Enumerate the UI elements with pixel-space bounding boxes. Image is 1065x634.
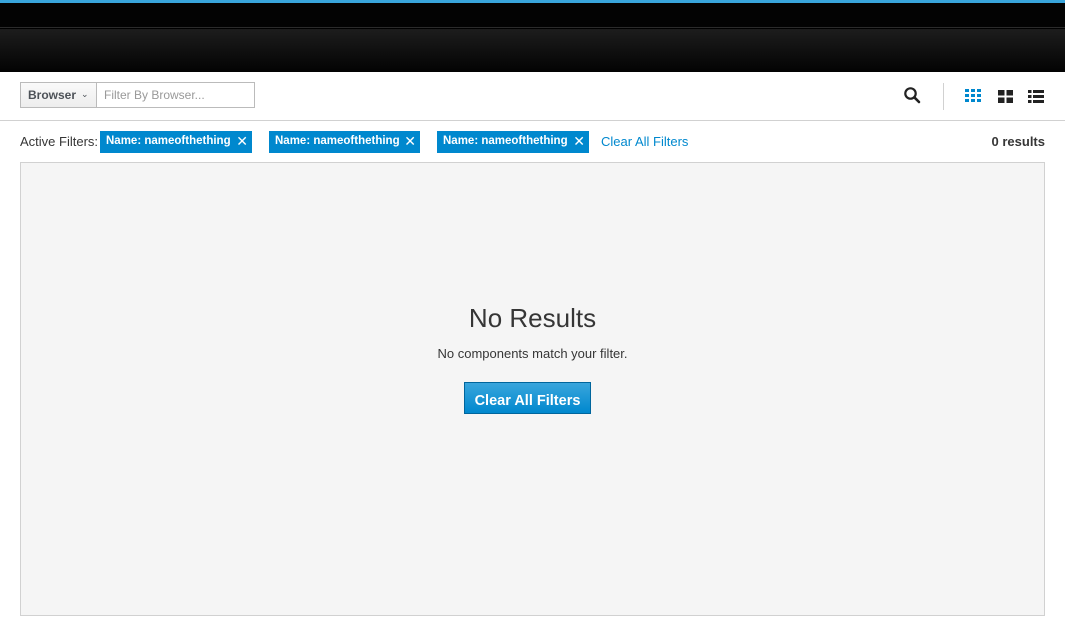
grid-small-view-button[interactable] xyxy=(962,86,984,106)
active-filters-label: Active Filters: xyxy=(20,134,99,149)
results-count: 0 results xyxy=(991,134,1045,149)
empty-state-title: No Results xyxy=(468,303,597,333)
list-view-button[interactable] xyxy=(1025,86,1047,106)
search-icon[interactable] xyxy=(903,86,925,106)
active-filters-row: Active Filters: Name: nameofthething ✕ N… xyxy=(0,121,1065,162)
filter-chip: Name: nameofthething ✕ xyxy=(437,131,589,153)
filter-chip-label: Name: nameofthething xyxy=(443,135,568,147)
filter-chip-label: Name: nameofthething xyxy=(275,135,400,147)
grid-large-view-button[interactable] xyxy=(994,86,1016,106)
close-icon[interactable]: ✕ xyxy=(573,133,585,150)
filter-input[interactable] xyxy=(96,82,255,108)
list-view-icon xyxy=(1028,89,1044,103)
filter-chip: Name: nameofthething ✕ xyxy=(100,131,252,153)
filter-field-select[interactable]: Browser ⌄ xyxy=(20,82,97,108)
toolbar-divider xyxy=(943,83,944,110)
utility-bar xyxy=(0,3,1065,28)
empty-state-panel: No Results No components match your filt… xyxy=(20,162,1045,616)
chevron-down-icon: ⌄ xyxy=(81,89,89,99)
close-icon[interactable]: ✕ xyxy=(236,133,248,150)
masthead xyxy=(0,0,1065,72)
toolbar: Browser ⌄ xyxy=(0,72,1065,121)
filter-chip-label: Name: nameofthething xyxy=(106,135,231,147)
filter-chip: Name: nameofthething ✕ xyxy=(269,131,420,153)
clear-all-filters-link[interactable]: Clear All Filters xyxy=(601,134,688,149)
navigation-bar xyxy=(0,29,1065,72)
close-icon[interactable]: ✕ xyxy=(404,133,416,150)
filter-field-label: Browser xyxy=(28,88,77,102)
clear-all-filters-button[interactable]: Clear All Filters xyxy=(464,382,591,414)
grid-small-icon xyxy=(964,89,981,102)
grid-large-icon xyxy=(997,89,1013,103)
empty-state-message: No components match your filter. xyxy=(437,346,628,361)
